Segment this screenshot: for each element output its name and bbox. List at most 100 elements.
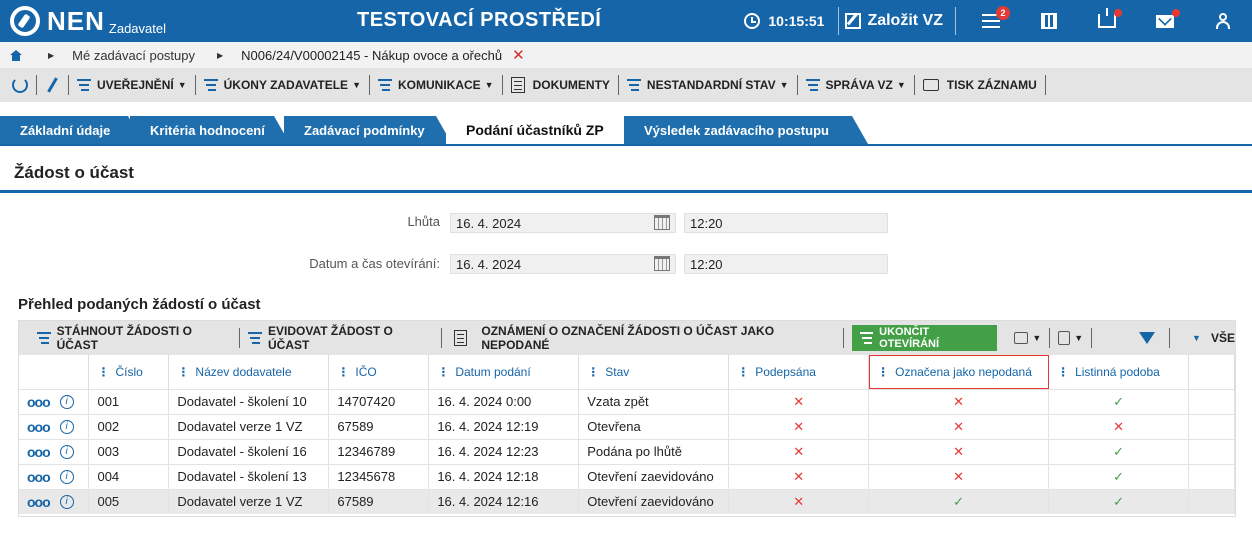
menu-label: KOMUNIKACE	[397, 78, 481, 92]
tab-zakladni-udaje[interactable]: Základní údaje	[0, 116, 144, 144]
cell-stav: Vzata zpět	[578, 388, 730, 414]
tab-vysledek[interactable]: Výsledek zadávacího postupu	[624, 116, 868, 144]
cell-stav: Podána po lhůtě	[578, 438, 730, 464]
nen-logo[interactable]: NEN Zadavatel	[10, 5, 166, 37]
home-icon[interactable]	[10, 49, 22, 61]
divider	[440, 328, 442, 348]
column-ico[interactable]: ⋮ IČO	[328, 355, 430, 389]
user-icon	[1216, 13, 1230, 29]
info-icon[interactable]: i	[59, 469, 74, 484]
button-label: STÁHNOUT ŽÁDOSTI O ÚČAST	[56, 324, 192, 352]
menu-nestandardni-stav[interactable]: NESTANDARDNÍ STAV ▼	[626, 78, 789, 92]
more-icon[interactable]: ooo	[27, 419, 51, 435]
info-icon[interactable]: i	[59, 419, 74, 434]
mail-button[interactable]	[1136, 0, 1194, 42]
close-icon[interactable]: ✕	[512, 46, 525, 64]
opening-date-field[interactable]: 16. 4. 2024	[450, 254, 676, 274]
info-icon[interactable]: i	[59, 444, 74, 459]
more-icon[interactable]: ooo	[27, 394, 51, 410]
download-applications-button[interactable]: STÁHNOUT ŽÁDOSTI O ÚČAST	[37, 324, 231, 352]
column-podepsana[interactable]: ⋮ Podepsána	[728, 355, 870, 389]
tab-bar: Základní údaje Kritéria hodnocení Zadáva…	[0, 116, 1252, 144]
table-row[interactable]: ooo i 003 Dodavatel - školení 16 12346789…	[19, 438, 1235, 464]
divider	[838, 7, 840, 35]
calculator-button[interactable]	[1020, 0, 1078, 42]
column-menu-icon: ⋮	[337, 364, 350, 379]
cell-cislo: 001	[88, 388, 170, 414]
print-menu-button[interactable]: ▼	[1014, 332, 1041, 344]
menu-komunikace[interactable]: KOMUNIKACE ▼	[377, 78, 494, 92]
calendar-icon[interactable]	[654, 256, 670, 271]
column-menu-icon: ⋮	[177, 364, 190, 379]
divider	[368, 75, 370, 95]
menu-sprava-vz[interactable]: SPRÁVA VZ ▼	[805, 78, 906, 92]
table-row[interactable]: ooo i 004 Dodavatel - školení 13 12345678…	[19, 463, 1235, 489]
cell-stav: Otevřena	[578, 413, 730, 439]
table-row[interactable]: ooo i 001 Dodavatel - školení 10 14707420…	[19, 388, 1235, 414]
user-button[interactable]	[1194, 0, 1252, 42]
cell-datum: 16. 4. 2024 12:18	[428, 463, 580, 489]
check-icon: ✓	[1113, 443, 1124, 459]
check-icon: ✓	[1113, 393, 1124, 409]
tab-zadavaci-podminky[interactable]: Zadávací podmínky	[284, 116, 452, 144]
menu-label: ÚKONY ZADAVATELE	[223, 78, 349, 92]
menu-label: DOKUMENTY	[532, 78, 610, 92]
caret-down-icon: ▼	[779, 80, 789, 90]
new-vz-button[interactable]: Založit VZ	[845, 12, 943, 30]
menu-button[interactable]: 2	[962, 0, 1020, 42]
refresh-icon[interactable]	[12, 77, 28, 93]
cell-stav: Otevření zaevidováno	[578, 488, 730, 514]
pencil-icon[interactable]	[47, 77, 58, 93]
breadcrumb-arrow-icon: ▶	[48, 50, 55, 60]
cell-ico: 12346789	[328, 438, 430, 464]
more-icon[interactable]: ooo	[27, 494, 51, 510]
divider	[955, 7, 956, 35]
finish-opening-button[interactable]: UKONČIT OTEVÍRÁNÍ	[851, 325, 997, 351]
more-icon[interactable]: ooo	[27, 469, 51, 485]
applications-grid: STÁHNOUT ŽÁDOSTI O ÚČAST EVIDOVAT ŽÁDOST…	[18, 320, 1236, 517]
notice-unsubmitted-button[interactable]: OZNÁMENÍ O OZNAČENÍ ŽÁDOSTI O ÚČAST JAKO…	[450, 324, 835, 352]
tab-podani-ucastniku[interactable]: Podání účastníků ZP	[446, 116, 630, 144]
menu-label: UVEŘEJNĚNÍ	[97, 78, 174, 92]
breadcrumb-my-procedures[interactable]: Mé zadávací postupy	[72, 48, 195, 63]
table-row[interactable]: ooo i 002 Dodavatel verze 1 VZ 67589 16. …	[19, 413, 1235, 439]
inbox-button[interactable]	[1078, 0, 1136, 42]
lhuta-time-field[interactable]: 12:20	[684, 213, 888, 233]
column-nepodana[interactable]: ⋮ Označena jako nepodaná	[868, 355, 1050, 389]
cross-icon: ✕	[793, 393, 805, 409]
lhuta-date-field[interactable]: 16. 4. 2024	[450, 213, 676, 233]
column-label: Podepsána	[755, 364, 816, 379]
column-cislo[interactable]: ⋮ Číslo	[88, 355, 170, 389]
opening-time-field[interactable]: 12:20	[684, 254, 888, 274]
document-icon	[453, 330, 468, 346]
action-toolbar: UVEŘEJNĚNÍ ▼ ÚKONY ZADAVATELE ▼ KOMUNIKACE…	[0, 68, 1252, 102]
caret-down-icon: ▼	[896, 80, 906, 90]
tab-kriteria-hodnoceni[interactable]: Kritéria hodnocení	[130, 116, 290, 144]
cross-icon: ✕	[793, 493, 805, 509]
column-stav[interactable]: ⋮ Stav	[578, 355, 730, 389]
info-icon[interactable]: i	[59, 394, 74, 409]
info-icon[interactable]: i	[59, 494, 74, 509]
view-all-button[interactable]: VŠE	[1211, 331, 1235, 345]
menu-uverejneni[interactable]: UVEŘEJNĚNÍ ▼	[77, 78, 187, 92]
column-listinna[interactable]: ⋮ Listinná podoba	[1048, 355, 1190, 389]
divider	[617, 75, 619, 95]
calendar-icon[interactable]	[654, 215, 670, 230]
filter-icon[interactable]	[1139, 332, 1156, 344]
cross-icon: ✕	[953, 468, 965, 484]
menu-dokumenty[interactable]: DOKUMENTY	[510, 77, 610, 93]
table-row-selected[interactable]: ooo i 005 Dodavatel verze 1 VZ 67589 16. …	[19, 488, 1235, 514]
more-icon[interactable]: ooo	[27, 444, 51, 460]
column-datum[interactable]: ⋮ Datum podání	[428, 355, 580, 389]
register-application-button[interactable]: EVIDOVAT ŽÁDOST O ÚČAST	[248, 324, 432, 352]
caret-down-icon[interactable]: ▼	[1192, 333, 1201, 343]
menu-ukony-zadavatele[interactable]: ÚKONY ZADAVATELE ▼	[203, 78, 361, 92]
column-nazev[interactable]: ⋮ Název dodavatele	[168, 355, 330, 389]
export-menu-button[interactable]: ▼	[1058, 331, 1083, 345]
section-title: Žádost o účast	[14, 163, 134, 182]
menu-tisk-zaznamu[interactable]: TISK ZÁZNAMU	[922, 78, 1037, 92]
cell-datum: 16. 4. 2024 0:00	[428, 388, 580, 414]
column-label: Číslo	[115, 364, 143, 379]
column-filler	[1188, 355, 1235, 389]
clock-icon	[744, 13, 761, 29]
